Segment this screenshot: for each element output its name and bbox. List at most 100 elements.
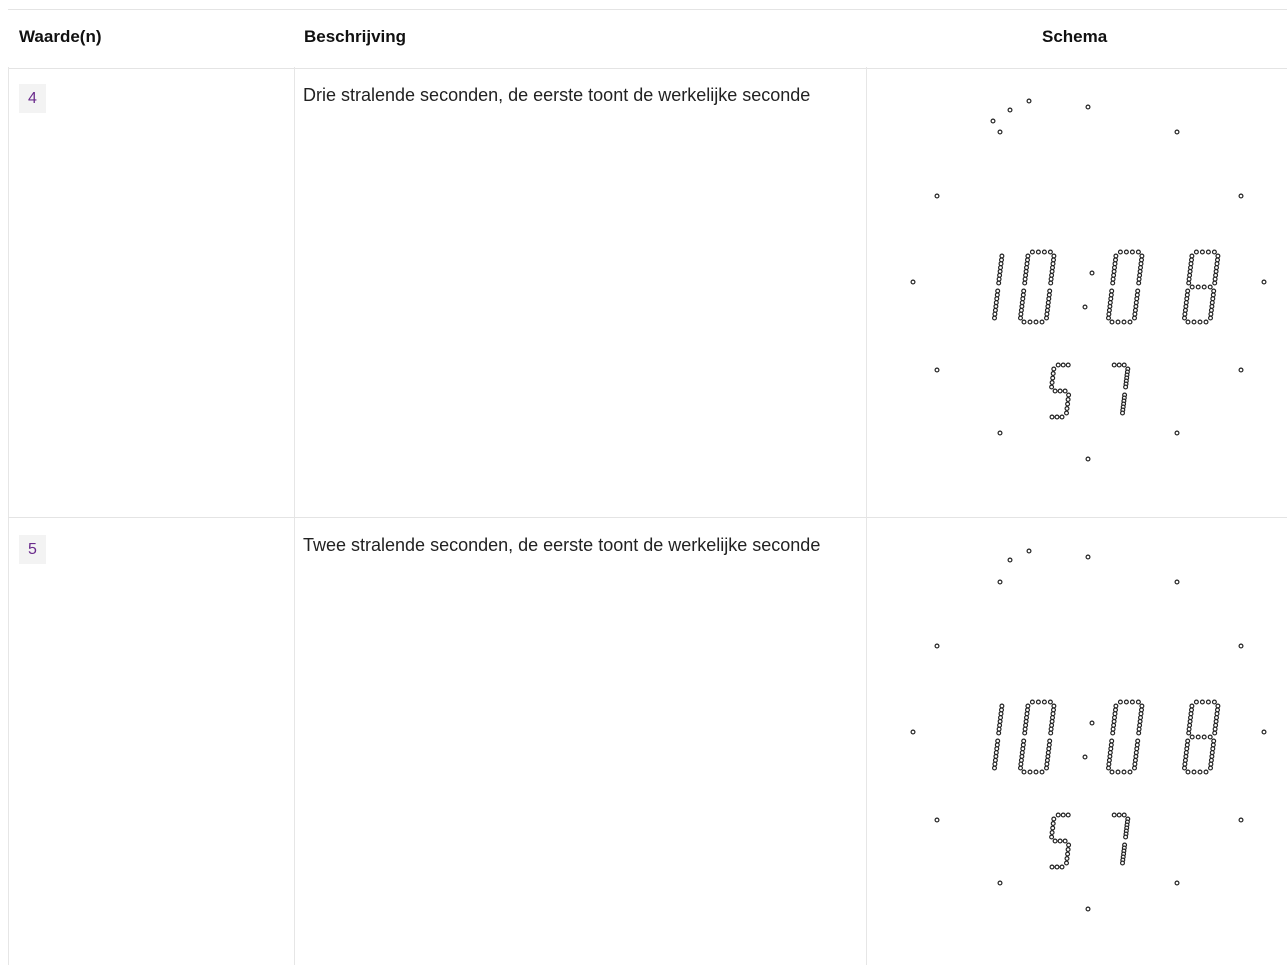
column-header-description: Beschrijving — [304, 27, 407, 46]
hour-marker-dot — [934, 643, 940, 649]
clock-digit-dot — [996, 276, 1002, 282]
clock-digit-dot — [1041, 249, 1047, 255]
clock-digit-dot — [1139, 253, 1145, 259]
clock-digit-dot — [1051, 707, 1057, 713]
clock-digit-dot — [1195, 734, 1201, 740]
clock-digit-dot — [1064, 406, 1070, 412]
hour-marker-dot — [1174, 880, 1180, 886]
options-table: Waarde(n) Beschrijving Schema 4 Drie str… — [8, 9, 1287, 965]
clock-digit-dot — [1123, 249, 1129, 255]
clock-digit-dot — [1025, 707, 1031, 713]
clock-digit-dot — [1108, 746, 1114, 752]
clock-digit-dot — [1115, 769, 1121, 775]
clock-digit-dot — [1108, 296, 1114, 302]
hour-marker-dot — [934, 367, 940, 373]
clock-digit-dot — [1024, 715, 1030, 721]
clock-digit-dot — [1106, 765, 1112, 771]
clock-digit-dot — [1060, 362, 1066, 368]
clock-digit-dot — [992, 307, 998, 313]
clock-digit-dot — [1189, 284, 1195, 290]
clock-digit-dot — [1138, 261, 1144, 267]
hour-marker-dot — [910, 729, 916, 735]
clock-digit-dot — [1138, 715, 1144, 721]
clock-digit-dot — [1050, 821, 1056, 827]
column-header-schema: Schema — [1042, 27, 1108, 46]
clock-digit-dot — [1107, 750, 1113, 756]
clock-digit-dot — [1111, 272, 1117, 278]
clock-digit-dot — [1106, 311, 1112, 317]
clock-digit-dot — [1107, 303, 1113, 309]
column-divider — [866, 67, 867, 965]
clock-digit-dot — [996, 726, 1002, 732]
hour-marker-dot — [1174, 129, 1180, 135]
hour-marker-dot — [1238, 643, 1244, 649]
clock-digit-dot — [1132, 757, 1138, 763]
clock-digit-dot — [1024, 265, 1030, 271]
clock-digit-dot — [1018, 315, 1024, 321]
clock-digit-dot — [1136, 726, 1142, 732]
clock-digit-dot — [1212, 280, 1218, 286]
clock-digit-dot — [1127, 769, 1133, 775]
clock-digit-dot — [1120, 860, 1126, 866]
clock-digit-dot — [1112, 711, 1118, 717]
value-code: 4 — [19, 84, 46, 113]
clock-digit-dot — [1208, 757, 1214, 763]
clock-digit-dot — [1049, 864, 1055, 870]
clock-digit-dot — [997, 268, 1003, 274]
clock-digit-dot — [1112, 261, 1118, 267]
clock-digit-dot — [1135, 288, 1141, 294]
clock-digit-dot — [1134, 742, 1140, 748]
clock-digit-dot — [1184, 292, 1190, 298]
clock-digit-dot — [1133, 303, 1139, 309]
clock-digit-dot — [1049, 414, 1055, 420]
clock-digit-dot — [1060, 812, 1066, 818]
hour-marker-dot — [1085, 906, 1091, 912]
clock-digit-dot — [1185, 738, 1191, 744]
clock-digit-dot — [1121, 812, 1127, 818]
clock-digit-dot — [1132, 311, 1138, 317]
clock-digit-dot — [1110, 730, 1116, 736]
clock-digit-dot — [1047, 699, 1053, 705]
clock-digit-dot — [1121, 319, 1127, 325]
clock-digit-dot — [1109, 769, 1115, 775]
clock-digit-dot — [997, 722, 1003, 728]
clock-digit-dot — [1212, 276, 1218, 282]
clock-digit-dot — [1046, 742, 1052, 748]
clock-digit-dot — [1106, 315, 1112, 321]
clock-digit-dot — [1182, 761, 1188, 767]
clock-digit-dot — [1188, 711, 1194, 717]
clock-digit-dot — [1035, 699, 1041, 705]
clock-digit-dot — [1184, 296, 1190, 302]
clock-digit-dot — [1064, 856, 1070, 862]
clock-digit-dot — [1189, 253, 1195, 259]
clock-digit-dot — [1209, 750, 1215, 756]
clock-digit-dot — [1021, 738, 1027, 744]
clock-digit-dot — [998, 711, 1004, 717]
clock-digit-dot — [1023, 718, 1029, 724]
clock-digit-dot — [1044, 757, 1050, 763]
clock-digit-dot — [1215, 703, 1221, 709]
clock-digit-dot — [1185, 769, 1191, 775]
clock-digit-dot — [1205, 249, 1211, 255]
clock-digit-dot — [1132, 307, 1138, 313]
clock-digit-dot — [1213, 268, 1219, 274]
clock-digit-dot — [1044, 315, 1050, 321]
clock-digit-dot — [1215, 707, 1221, 713]
clock-digit-dot — [1211, 249, 1217, 255]
clock-digit-dot — [1041, 699, 1047, 705]
clock-digit-dot — [1057, 388, 1063, 394]
clock-digit-dot — [1209, 303, 1215, 309]
clock-digit-dot — [1027, 319, 1033, 325]
clock-digit-dot — [1123, 834, 1129, 840]
clock-digit-dot — [1201, 284, 1207, 290]
clock-digit-dot — [1019, 303, 1025, 309]
clock-digit-dot — [1186, 280, 1192, 286]
clock-digit-dot — [1215, 257, 1221, 263]
clock-digit-dot — [1135, 738, 1141, 744]
hour-marker-dot — [1261, 279, 1267, 285]
clock-digit-dot — [1046, 292, 1052, 298]
clock-digit-dot — [1183, 753, 1189, 759]
clock-digit-dot — [1215, 253, 1221, 259]
clock-digit-dot — [1029, 699, 1035, 705]
clock-digit-dot — [1208, 765, 1214, 771]
